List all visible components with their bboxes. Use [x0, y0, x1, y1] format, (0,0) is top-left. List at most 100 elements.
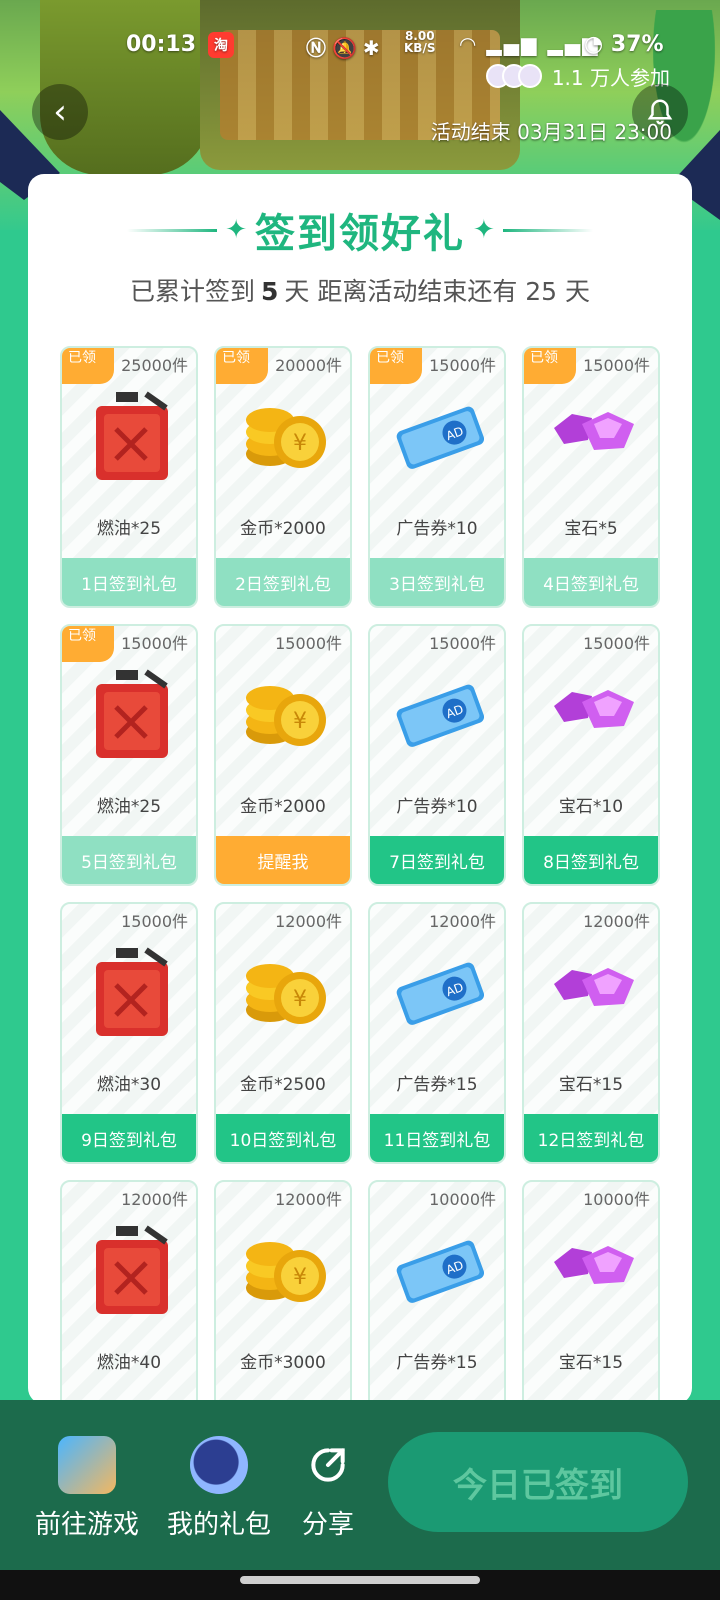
reward-item-label: 金币*2500 [240, 1075, 326, 1095]
svg-text:¥: ¥ [293, 987, 307, 1012]
reward-item-label: 燃油*25 [96, 797, 162, 817]
checkin-gift-button[interactable]: 9日签到礼包 [62, 1114, 196, 1162]
stock-count: 15000件 [121, 912, 188, 931]
fuel-can-icon [86, 1218, 176, 1318]
reward-tile[interactable]: 15000件 宝石*10 8日签到礼包 [522, 624, 660, 886]
claimed-tag: 已领 [370, 348, 422, 384]
sparkle-icon: ✦ [225, 215, 247, 245]
stock-count: 15000件 [429, 634, 496, 653]
checkin-gift-button[interactable]: 4日签到礼包 [524, 558, 658, 606]
reward-tile[interactable]: 12000件 宝石*15 12日签到礼包 [522, 902, 660, 1164]
bluetooth-icon: ✱ [362, 36, 386, 60]
checkin-gift-button[interactable]: 11日签到礼包 [370, 1114, 504, 1162]
page-title: 签到领好礼 [255, 211, 465, 257]
share-button[interactable]: 分享 [290, 1436, 366, 1541]
participant-avatars [485, 64, 542, 88]
my-gifts-button[interactable]: 我的礼包 [164, 1436, 274, 1541]
game-app-icon [58, 1436, 116, 1494]
reward-item-label: 燃油*30 [96, 1075, 162, 1095]
reward-item-label: 广告券*10 [396, 797, 478, 817]
stock-count: 15000件 [275, 634, 342, 653]
gold-coins-icon: ¥ [240, 662, 330, 762]
remind-me-button[interactable]: 提醒我 [216, 836, 350, 884]
checkin-gift-button[interactable]: 7日签到礼包 [370, 836, 504, 884]
stock-count: 15000件 [121, 634, 188, 653]
title-divider-right [502, 228, 593, 232]
reward-tile[interactable]: 10000件 宝石*15 [522, 1180, 660, 1404]
claimed-tag: 已领 [62, 348, 114, 384]
title-divider-left [127, 228, 218, 232]
reward-tile[interactable]: 15000件 已领宝石*5 4日签到礼包 [522, 346, 660, 608]
reward-item-label: 广告券*15 [396, 1075, 478, 1095]
network-speed: 8.00 KB/S [404, 29, 436, 55]
reward-tile[interactable]: 15000件 AD 广告券*10 7日签到礼包 [368, 624, 506, 886]
stock-count: 15000件 [429, 356, 496, 375]
reward-tile[interactable]: 12000件 ¥ 金币*3000 [214, 1180, 352, 1404]
claimed-tag: 已领 [524, 348, 576, 384]
reward-item-label: 宝石*5 [564, 519, 618, 539]
fuel-can-icon [86, 384, 176, 484]
claimed-tag: 已领 [62, 626, 114, 662]
checkin-gift-button[interactable]: 12日签到礼包 [524, 1114, 658, 1162]
checkin-gift-button[interactable]: 10日签到礼包 [216, 1114, 350, 1162]
bottom-action-bar: 前往游戏 我的礼包 分享 今日已签到 [0, 1400, 720, 1570]
signed-days-count: 5 [260, 277, 279, 306]
ad-ticket-icon: AD [394, 662, 485, 762]
mute-icon: 🔕 [332, 36, 363, 60]
reward-tile[interactable]: 15000件 已领 AD 广告券*10 3日签到礼包 [368, 346, 506, 608]
reward-item-label: 广告券*15 [396, 1353, 478, 1373]
my-gifts-label: 我的礼包 [166, 1510, 271, 1540]
reward-tile[interactable]: 25000件 已领 燃油*25 1日签到礼包 [60, 346, 198, 608]
reward-tile[interactable]: 15000件 ¥ 金币*2000 提醒我 [214, 624, 352, 886]
reward-item-label: 燃油*40 [96, 1353, 162, 1373]
checkin-card: ✦ 签到领好礼 ✦ 已累计签到 5 天 距离活动结束还有 25 天 25000件 已领… [28, 174, 692, 1404]
reward-item-label: 金币*2000 [240, 519, 326, 539]
stock-count: 10000件 [429, 1190, 496, 1209]
reward-tile[interactable]: 15000件 已领燃油*25 5日签到礼包 [60, 624, 198, 886]
reward-tile[interactable]: 10000件 AD 广告券*15 [368, 1180, 506, 1404]
reward-tile[interactable]: 15000件燃油*30 9日签到礼包 [60, 902, 198, 1164]
home-indicator[interactable] [240, 1576, 480, 1584]
status-icons: Ⓝ🔕✱ [306, 32, 386, 61]
reward-tile[interactable]: 12000件 燃油*40 [60, 1180, 198, 1404]
stock-count: 20000件 [275, 356, 342, 375]
sparkle-icon: ✦ [473, 215, 495, 245]
checkin-gift-button[interactable]: 1日签到礼包 [62, 558, 196, 606]
reward-item-label: 金币*3000 [240, 1353, 326, 1373]
reward-tile[interactable]: 20000件 已领 ¥ 金币*2000 2日签到礼包 [214, 346, 352, 608]
claimed-tag: 已领 [216, 348, 268, 384]
reward-tile[interactable]: 12000件 AD 广告券*15 11日签到礼包 [368, 902, 506, 1164]
stock-count: 25000件 [121, 356, 188, 375]
stock-count: 15000件 [583, 634, 650, 653]
event-end-time: 活动结束 03月31日 23:00 [430, 120, 672, 144]
taobao-notification-icon: 淘 [208, 32, 234, 58]
reward-item-label: 金币*2000 [240, 797, 326, 817]
go-to-game-button[interactable]: 前往游戏 [32, 1436, 142, 1541]
signed-today-button[interactable]: 今日已签到 [388, 1432, 688, 1532]
svg-text:¥: ¥ [293, 709, 307, 734]
reward-tile[interactable]: 12000件 ¥ 金币*2500 10日签到礼包 [214, 902, 352, 1164]
checkin-gift-button[interactable]: 5日签到礼包 [62, 836, 196, 884]
cell-signal-icon: ▂▄▆ [486, 32, 539, 56]
gift-robot-icon [190, 1436, 248, 1494]
reward-grid: 25000件 已领 燃油*25 1日签到礼包 20000件 已领 ¥ 金币*2000 2日签到礼… [60, 346, 660, 1404]
avatar [517, 64, 542, 88]
checkin-gift-button[interactable]: 8日签到礼包 [524, 836, 658, 884]
checkin-gift-button[interactable]: 2日签到礼包 [216, 558, 350, 606]
stock-count: 10000件 [583, 1190, 650, 1209]
gem-icon [548, 662, 638, 762]
gold-coins-icon: ¥ [240, 1218, 330, 1318]
go-to-game-label: 前往游戏 [34, 1510, 139, 1540]
stock-count: 12000件 [275, 912, 342, 931]
share-icon [299, 1436, 357, 1494]
stock-count: 15000件 [583, 356, 650, 375]
ad-ticket-icon: AD [394, 1218, 485, 1318]
share-label: 分享 [301, 1510, 354, 1540]
signal-icons: ◠ ▂▄▆ ▂▄▆ [460, 32, 600, 56]
back-button[interactable]: ‹ [32, 84, 88, 140]
checkin-gift-button[interactable]: 3日签到礼包 [370, 558, 504, 606]
ad-ticket-icon: AD [394, 940, 485, 1040]
stock-count: 12000件 [429, 912, 496, 931]
gold-coins-icon: ¥ [240, 384, 330, 484]
nfc-icon: Ⓝ [306, 36, 332, 60]
